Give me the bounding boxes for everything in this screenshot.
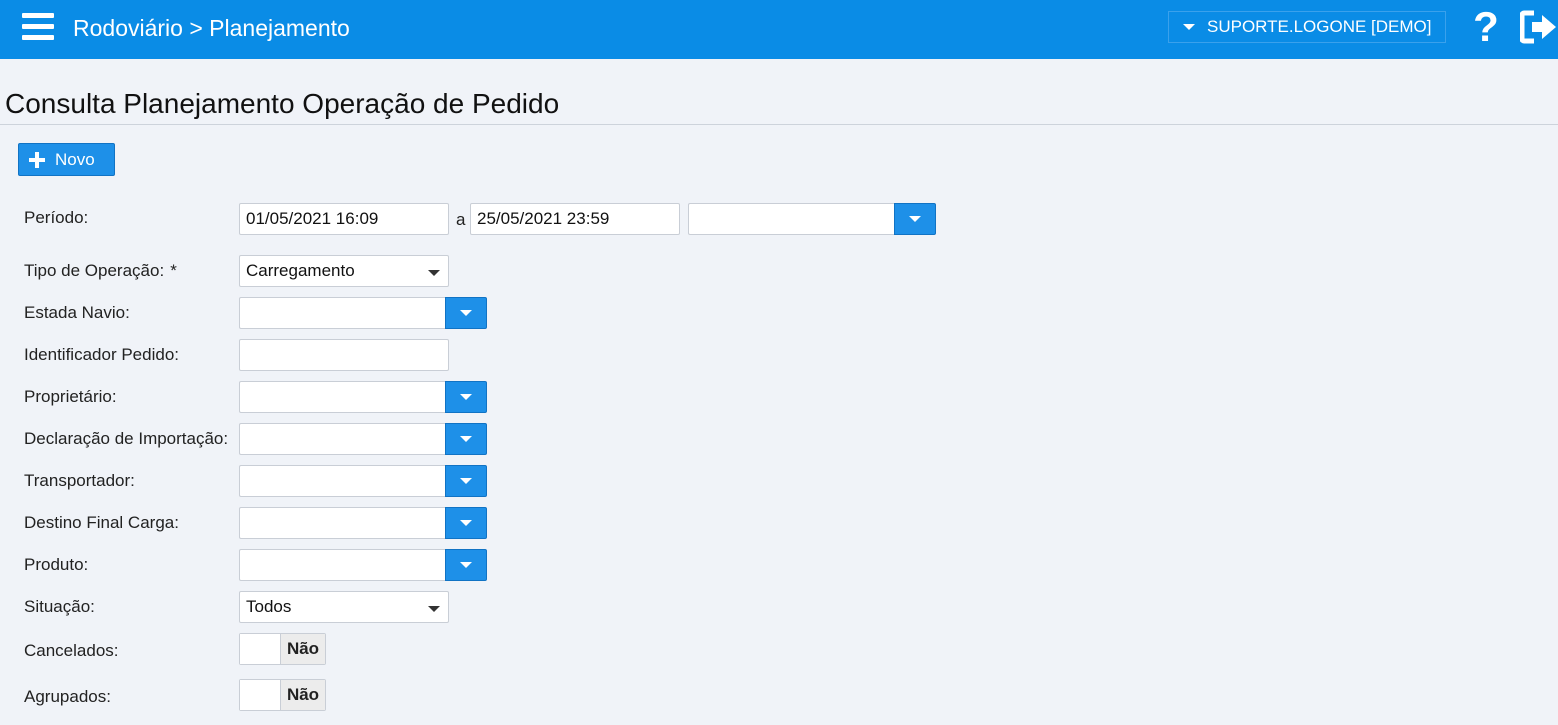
periodo-label: Período:	[24, 208, 89, 227]
transportador-combo	[239, 465, 487, 497]
title-divider	[0, 124, 1558, 125]
produto-field[interactable]	[239, 549, 445, 581]
tipo-operacao-label: Tipo de Operação: *	[24, 261, 177, 280]
produto-dropdown-button[interactable]	[445, 549, 487, 581]
required-mark: *	[170, 261, 177, 280]
destino-final-carga-field[interactable]	[239, 507, 445, 539]
proprietario-field[interactable]	[239, 381, 445, 413]
agrupados-label: Agrupados:	[24, 687, 111, 706]
toggle-knob	[240, 680, 281, 710]
menu-icon[interactable]	[22, 13, 54, 41]
periodo-preset-combo	[688, 203, 936, 235]
cancelados-label: Cancelados:	[24, 641, 119, 660]
estada-navio-label: Estada Navio:	[24, 303, 130, 322]
top-bar: Rodoviário > Planejamento SUPORTE.LOGONE…	[0, 0, 1558, 59]
page-title: Consulta Planejamento Operação de Pedido	[5, 88, 560, 119]
caret-down-icon	[909, 216, 921, 222]
chevron-down-icon	[428, 270, 440, 276]
declaracao-importacao-field[interactable]	[239, 423, 445, 455]
situacao-label: Situação:	[24, 597, 95, 616]
proprietario-combo	[239, 381, 487, 413]
caret-down-icon	[460, 436, 472, 442]
transportador-dropdown-button[interactable]	[445, 465, 487, 497]
declaracao-importacao-combo	[239, 423, 487, 455]
periodo-end-input[interactable]: 25/05/2021 23:59	[470, 203, 680, 235]
produto-combo	[239, 549, 487, 581]
destino-final-carga-combo	[239, 507, 487, 539]
caret-down-icon	[460, 394, 472, 400]
periodo-start-input[interactable]: 01/05/2021 16:09	[239, 203, 449, 235]
new-button[interactable]: Novo	[18, 143, 115, 176]
caret-down-icon	[460, 562, 472, 568]
identificador-pedido-label: Identificador Pedido:	[24, 345, 179, 364]
declaracao-importacao-label: Declaração de Importação:	[24, 429, 229, 448]
chevron-down-icon	[428, 606, 440, 612]
periodo-preset-field[interactable]	[688, 203, 894, 235]
declaracao-importacao-dropdown-button[interactable]	[445, 423, 487, 455]
caret-down-icon	[1183, 24, 1195, 30]
caret-down-icon	[460, 310, 472, 316]
cancelados-toggle[interactable]: Não	[239, 633, 326, 665]
proprietario-dropdown-button[interactable]	[445, 381, 487, 413]
user-menu-button[interactable]: SUPORTE.LOGONE [DEMO]	[1168, 11, 1446, 43]
new-button-label: Novo	[55, 149, 95, 169]
estada-navio-dropdown-button[interactable]	[445, 297, 487, 329]
plus-icon	[29, 151, 45, 168]
estada-navio-field[interactable]	[239, 297, 445, 329]
agrupados-toggle-text: Não	[281, 680, 325, 710]
tipo-operacao-select[interactable]: Carregamento	[239, 255, 449, 287]
periodo-preset-dropdown-button[interactable]	[894, 203, 936, 235]
situacao-select[interactable]: Todos	[239, 591, 449, 623]
caret-down-icon	[460, 478, 472, 484]
periodo-separator: a	[456, 210, 466, 229]
user-name: SUPORTE.LOGONE [DEMO]	[1207, 17, 1432, 36]
transportador-field[interactable]	[239, 465, 445, 497]
identificador-pedido-input[interactable]	[239, 339, 449, 371]
destino-final-carga-label: Destino Final Carga:	[24, 513, 179, 532]
produto-label: Produto:	[24, 555, 89, 574]
agrupados-toggle[interactable]: Não	[239, 679, 326, 711]
toggle-knob	[240, 634, 281, 664]
transportador-label: Transportador:	[24, 471, 135, 490]
caret-down-icon	[460, 520, 472, 526]
proprietario-label: Proprietário:	[24, 387, 117, 406]
logout-icon[interactable]	[1520, 10, 1558, 44]
help-icon[interactable]: ?	[1470, 4, 1502, 50]
destino-final-carga-dropdown-button[interactable]	[445, 507, 487, 539]
estada-navio-combo	[239, 297, 487, 329]
breadcrumb: Rodoviário > Planejamento	[73, 15, 350, 41]
cancelados-toggle-text: Não	[281, 634, 325, 664]
